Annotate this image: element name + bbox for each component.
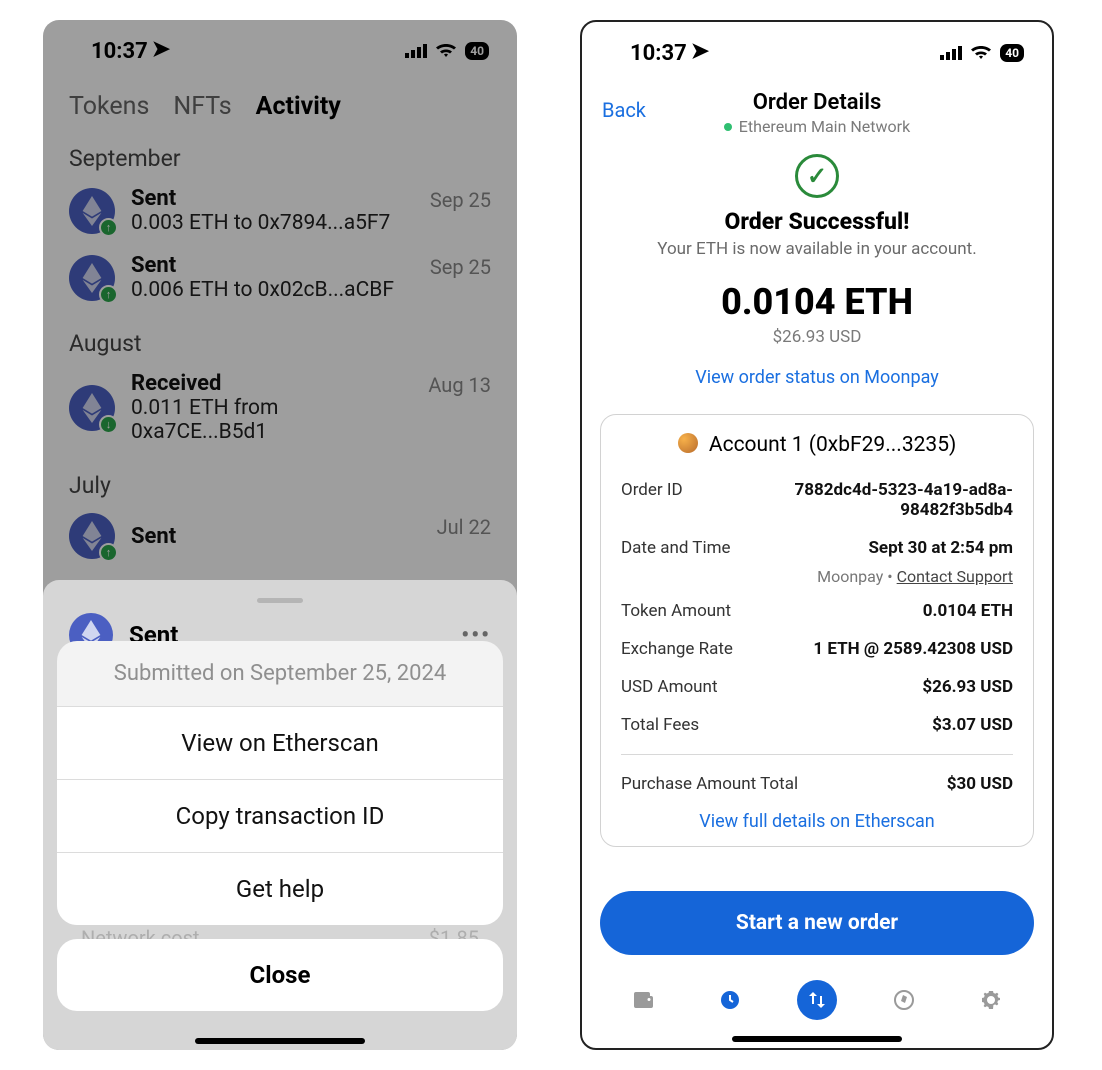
- token-amount-label: Token Amount: [621, 601, 731, 621]
- tab-nfts[interactable]: NFTs: [173, 92, 231, 121]
- success-check-icon: ✓: [795, 154, 839, 198]
- home-indicator: [732, 1036, 902, 1042]
- total-fees-value: $3.07 USD: [932, 715, 1013, 735]
- tx-row[interactable]: ↑ Sent 0.006 ETH to 0x02cB...aCBF Sep 25: [43, 245, 517, 312]
- datetime-value: Sept 30 at 2:54 pm: [868, 538, 1013, 558]
- tab-explore-icon[interactable]: [884, 980, 924, 1020]
- usd-amount-label: USD Amount: [621, 677, 718, 697]
- contact-support-link[interactable]: Contact Support: [897, 567, 1013, 586]
- sent-badge-icon: ↑: [99, 543, 118, 562]
- home-indicator: [195, 1038, 365, 1044]
- eth-icon: ↓: [69, 385, 115, 431]
- phone-activity: 10:37➤ 40 Tokens NFTs Activity September…: [43, 20, 517, 1050]
- tabs: Tokens NFTs Activity: [43, 82, 517, 127]
- tab-wallet-icon[interactable]: [623, 980, 663, 1020]
- received-badge-icon: ↓: [99, 415, 118, 434]
- eth-icon: ↑: [69, 513, 115, 559]
- tx-date: Aug 13: [428, 371, 491, 397]
- order-summary-card: Account 1 (0xbF29...3235) Order ID 7882d…: [600, 414, 1034, 847]
- total-fees-label: Total Fees: [621, 715, 699, 735]
- page-title: Order Details: [602, 90, 1032, 115]
- tx-date: Jul 22: [437, 513, 491, 539]
- account-avatar-icon: [678, 433, 698, 453]
- purchase-total-label: Purchase Amount Total: [621, 774, 798, 794]
- tx-date: Sep 25: [430, 186, 491, 212]
- month-header-july: July: [43, 454, 517, 505]
- eth-icon: ↑: [69, 255, 115, 301]
- wifi-icon: [970, 41, 992, 66]
- action-close[interactable]: Close: [57, 939, 503, 1011]
- token-amount-value: 0.0104 ETH: [923, 601, 1013, 621]
- network-label: Ethereum Main Network: [602, 117, 1032, 136]
- tab-activity[interactable]: Activity: [256, 92, 341, 121]
- tx-row[interactable]: ↑ Sent Jul 22: [43, 505, 517, 569]
- exchange-rate-label: Exchange Rate: [621, 639, 733, 659]
- tab-swap-icon[interactable]: [797, 980, 837, 1020]
- tx-title: Sent: [131, 253, 414, 278]
- start-new-order-button[interactable]: Start a new order: [600, 891, 1034, 955]
- support-provider: Moonpay •: [817, 567, 897, 586]
- account-row: Account 1 (0xbF29...3235): [621, 433, 1013, 457]
- tab-history-icon[interactable]: [710, 980, 750, 1020]
- action-view-etherscan[interactable]: View on Etherscan: [57, 707, 503, 780]
- drawer-handle[interactable]: [257, 598, 303, 603]
- phone-order-details: 10:37➤ 40 Back Order Details Ethereum Ma…: [580, 20, 1054, 1050]
- sent-badge-icon: ↑: [99, 285, 118, 304]
- tx-row[interactable]: ↑ Sent 0.003 ETH to 0x7894...a5F7 Sep 25: [43, 178, 517, 245]
- datetime-label: Date and Time: [621, 538, 731, 558]
- tx-subtitle: 0.011 ETH from 0xa7CE...B5d1: [131, 396, 412, 444]
- battery-icon: 40: [465, 42, 489, 60]
- tx-title: Received: [131, 371, 412, 396]
- cellular-icon: [405, 39, 427, 64]
- amount-fiat: $26.93 USD: [612, 327, 1022, 347]
- tab-tokens[interactable]: Tokens: [69, 92, 149, 121]
- moonpay-status-link[interactable]: View order status on Moonpay: [612, 367, 1022, 388]
- tx-subtitle: 0.003 ETH to 0x7894...a5F7: [131, 211, 414, 235]
- eth-icon: ↑: [69, 188, 115, 234]
- month-header-august: August: [43, 312, 517, 363]
- divider: [621, 754, 1013, 755]
- back-button[interactable]: Back: [602, 98, 646, 122]
- cellular-icon: [940, 41, 962, 66]
- sent-badge-icon: ↑: [99, 218, 118, 237]
- exchange-rate-value: 1 ETH @ 2589.42308 USD: [813, 639, 1013, 659]
- battery-icon: 40: [1000, 44, 1024, 62]
- status-bar: 10:37➤ 40: [582, 22, 1052, 84]
- action-copy-txid[interactable]: Copy transaction ID: [57, 780, 503, 853]
- wifi-icon: [435, 39, 457, 64]
- action-get-help[interactable]: Get help: [57, 853, 503, 925]
- action-sheet: Submitted on September 25, 2024 View on …: [57, 641, 503, 1011]
- tab-bar: [600, 980, 1034, 1020]
- month-header-september: September: [43, 127, 517, 178]
- etherscan-details-link[interactable]: View full details on Etherscan: [621, 811, 1013, 832]
- success-title: Order Successful!: [612, 208, 1022, 235]
- status-time: 10:37➤: [630, 41, 709, 66]
- purchase-total-value: $30 USD: [947, 774, 1013, 794]
- tx-title: Sent: [131, 524, 421, 549]
- success-subtitle: Your ETH is now available in your accoun…: [612, 239, 1022, 259]
- order-id-value: 7882dc4d-5323-4a19-ad8a-98482f3b5db4: [786, 480, 1013, 520]
- support-row: Moonpay • Contact Support: [621, 567, 1013, 592]
- status-time: 10:37➤: [91, 39, 170, 64]
- tx-row[interactable]: ↓ Received 0.011 ETH from 0xa7CE...B5d1 …: [43, 363, 517, 454]
- account-label: Account 1 (0xbF29...3235): [709, 433, 956, 457]
- tx-date: Sep 25: [430, 253, 491, 279]
- status-bar: 10:37➤ 40: [43, 20, 517, 82]
- amount-crypto: 0.0104 ETH: [612, 281, 1022, 323]
- tx-title: Sent: [131, 186, 414, 211]
- order-id-label: Order ID: [621, 480, 683, 520]
- usd-amount-value: $26.93 USD: [922, 677, 1013, 697]
- tx-subtitle: 0.006 ETH to 0x02cB...aCBF: [131, 278, 414, 302]
- tab-settings-icon[interactable]: [971, 980, 1011, 1020]
- action-sheet-title: Submitted on September 25, 2024: [57, 641, 503, 707]
